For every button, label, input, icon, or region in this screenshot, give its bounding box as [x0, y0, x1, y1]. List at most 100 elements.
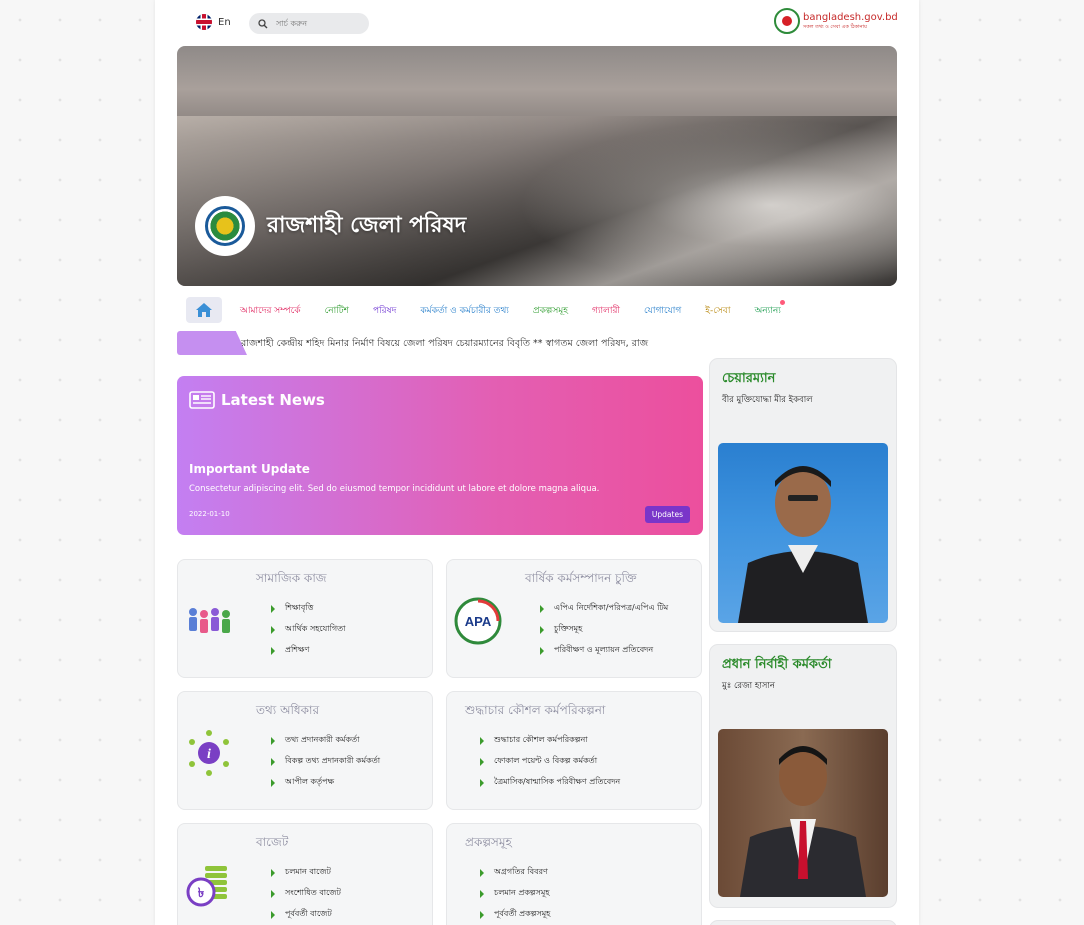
main-page: En bangladesh.gov.bd সকল তথ্য ও সেবা এক … [155, 0, 919, 925]
card-title: প্রকল্পসমূহ [465, 835, 512, 849]
svg-text:৳: ৳ [198, 886, 205, 901]
arrow-right-icon [480, 889, 484, 898]
apa-icon: APA [453, 596, 503, 646]
card-title: সামাজিক কাজ [256, 571, 327, 585]
card-link[interactable]: পরিবীক্ষণ ও মূল্যায়ন প্রতিবেদন [540, 640, 668, 661]
card-link[interactable]: শিক্ষাবৃত্তি [271, 598, 345, 619]
brand-title: রাজশাহী জেলা পরিষদ [267, 212, 467, 238]
nav-item-eservice[interactable]: ই-সেবা [705, 303, 730, 318]
people-group-icon [184, 596, 234, 646]
home-button[interactable] [186, 297, 222, 323]
arrow-right-icon [271, 736, 275, 745]
nav-item-staff[interactable]: কর্মকর্তা ও কর্মচারীর তথ্য [420, 303, 509, 318]
brand-block[interactable]: রাজশাহী জেলা পরিষদ [195, 196, 466, 256]
district-seal-icon [195, 196, 255, 256]
arrow-right-icon [271, 646, 275, 655]
arrow-right-icon [271, 868, 275, 877]
svg-text:i: i [207, 747, 211, 762]
card-link[interactable]: বিকল্প তথ্য প্রদানকারী কর্মকর্তা [271, 751, 380, 772]
search-box[interactable] [249, 13, 369, 34]
arrow-right-icon [271, 757, 275, 766]
card-title: শুদ্ধাচার কৌশল কর্মপরিকল্পনা [465, 703, 606, 717]
card-link[interactable]: পূর্ববর্তী বাজেট [271, 904, 341, 925]
arrow-right-icon [480, 778, 484, 787]
card-link[interactable]: অগ্রগতির বিবরণ [480, 862, 550, 883]
language-switch[interactable]: En [196, 14, 231, 30]
card-link[interactable]: চলমান বাজেট [271, 862, 341, 883]
arrow-right-icon [480, 757, 484, 766]
arrow-right-icon [480, 910, 484, 919]
card-social-work: সামাজিক কাজ শিক্ষাবৃত্তি আর্থিক সহযোগিতা… [177, 559, 433, 678]
ticker-text: রাজশাহী কেন্দ্রীয় শহিদ মিনার নির্মাণ বি… [241, 338, 649, 349]
card-link[interactable]: চুক্তিসমূহ [540, 619, 668, 640]
search-icon [258, 18, 268, 28]
arrow-right-icon [540, 646, 544, 655]
search-input[interactable] [274, 18, 358, 29]
next-card [709, 920, 897, 925]
arrow-right-icon [540, 625, 544, 634]
arrow-right-icon [271, 889, 275, 898]
card-title: বাজেট [256, 835, 289, 849]
card-link[interactable]: শুদ্ধাচার কৌশল কর্মপরিকল্পনা [480, 730, 620, 751]
updates-badge[interactable]: Updates [644, 506, 690, 523]
card-link[interactable]: তথ্য প্রদানকারী কর্মকর্তা [271, 730, 380, 751]
nav-item-others[interactable]: অন্যান্য [754, 299, 785, 318]
nav-item-council[interactable]: পরিষদ [373, 303, 396, 318]
card-link[interactable]: আর্থিক সহযোগিতা [271, 619, 345, 640]
card-link[interactable]: ফোকাল পয়েন্ট ও বিকল্প কর্মকর্তা [480, 751, 620, 772]
arrow-right-icon [271, 604, 275, 613]
chairman-name: বীর মুক্তিযোদ্ধা মীর ইকবাল [722, 395, 813, 405]
card-link[interactable]: চলমান প্রকল্পসমূহ [480, 883, 550, 904]
latest-news-card[interactable]: Latest News Important Update Consectetur… [177, 376, 703, 535]
bangladesh-portal-logo[interactable]: bangladesh.gov.bd সকল তথ্য ও সেবা এক ঠিক… [774, 8, 898, 34]
main-nav: আমাদের সম্পর্কে নোটিশ পরিষদ কর্মকর্তা ও … [177, 296, 897, 324]
uk-flag-icon [196, 14, 212, 30]
card-link[interactable]: সংশোধিত বাজেট [271, 883, 341, 904]
arrow-right-icon [540, 604, 544, 613]
card-link[interactable]: পূর্ববর্তী প্রকল্পসমূহ [480, 904, 550, 925]
nav-item-about[interactable]: আমাদের সম্পর্কে [240, 303, 301, 318]
news-date: 2022-01-10 [189, 510, 230, 518]
card-title: বার্ষিক কর্মসম্পাদন চুক্তি [525, 571, 637, 585]
card-integrity: শুদ্ধাচার কৌশল কর্মপরিকল্পনা শুদ্ধাচার ক… [446, 691, 702, 810]
ceo-photo [718, 729, 888, 897]
nav-item-notice[interactable]: নোটিশ [325, 303, 349, 318]
latest-news-heading: Latest News [189, 391, 325, 409]
latest-news-title: Latest News [221, 391, 325, 409]
svg-text:APA: APA [465, 614, 492, 629]
hero-sandbank-image [477, 106, 897, 286]
nav-item-gallery[interactable]: গ্যালারী [592, 303, 620, 318]
card-link[interactable]: প্রশিক্ষণ [271, 640, 345, 661]
card-budget: ৳ বাজেট চলমান বাজেট সংশোধিত বাজেট পূর্বব… [177, 823, 433, 925]
ceo-name: মুঃ রেজা হাসান [722, 681, 775, 691]
hero-banner: রাজশাহী জেলা পরিষদ [177, 46, 897, 286]
card-rti: i তথ্য অধিকার তথ্য প্রদানকারী কর্মকর্তা … [177, 691, 433, 810]
card-title: তথ্য অধিকার [256, 703, 320, 717]
arrow-right-icon [271, 778, 275, 787]
chairman-card: চেয়ারম্যান বীর মুক্তিযোদ্ধা মীর ইকবাল [709, 358, 897, 632]
coin-stack-icon: ৳ [184, 860, 234, 910]
arrow-right-icon [271, 910, 275, 919]
ticker-tag [177, 331, 247, 355]
ceo-title: প্রধান নির্বাহী কর্মকর্তা [722, 657, 832, 672]
arrow-right-icon [480, 736, 484, 745]
gov-site-tagline: সকল তথ্য ও সেবা এক ঠিকানায় [803, 23, 867, 30]
card-link[interactable]: ত্রৈমাসিক/ষান্মাসিক পরিবীক্ষণ প্রতিবেদন [480, 772, 620, 793]
info-network-icon: i [184, 728, 234, 778]
ceo-card: প্রধান নির্বাহী কর্মকর্তা মুঃ রেজা হাসান [709, 644, 897, 908]
card-projects: প্রকল্পসমূহ অগ্রগতির বিবরণ চলমান প্রকল্প… [446, 823, 702, 925]
nav-item-contact[interactable]: যোগাযোগ [644, 303, 681, 318]
gov-site-name: bangladesh.gov.bd [803, 11, 898, 23]
arrow-right-icon [480, 868, 484, 877]
top-bar: En bangladesh.gov.bd সকল তথ্য ও সেবা এক … [155, 0, 919, 46]
nav-item-others-label: অন্যান্য [754, 305, 781, 316]
notification-dot [779, 299, 785, 305]
card-link[interactable]: এপিএ নির্দেশিকা/পরিপত্র/এপিএ টিম [540, 598, 668, 619]
gov-seal-icon [774, 8, 800, 34]
news-headline[interactable]: Important Update [189, 462, 310, 476]
news-ticker[interactable]: রাজশাহী কেন্দ্রীয় শহিদ মিনার নির্মাণ বি… [177, 331, 707, 355]
nav-item-projects[interactable]: প্রকল্পসমূহ [533, 303, 568, 318]
language-label: En [218, 16, 231, 28]
chairman-title: চেয়ারম্যান [722, 371, 776, 386]
card-link[interactable]: আপীল কর্তৃপক্ষ [271, 772, 380, 793]
